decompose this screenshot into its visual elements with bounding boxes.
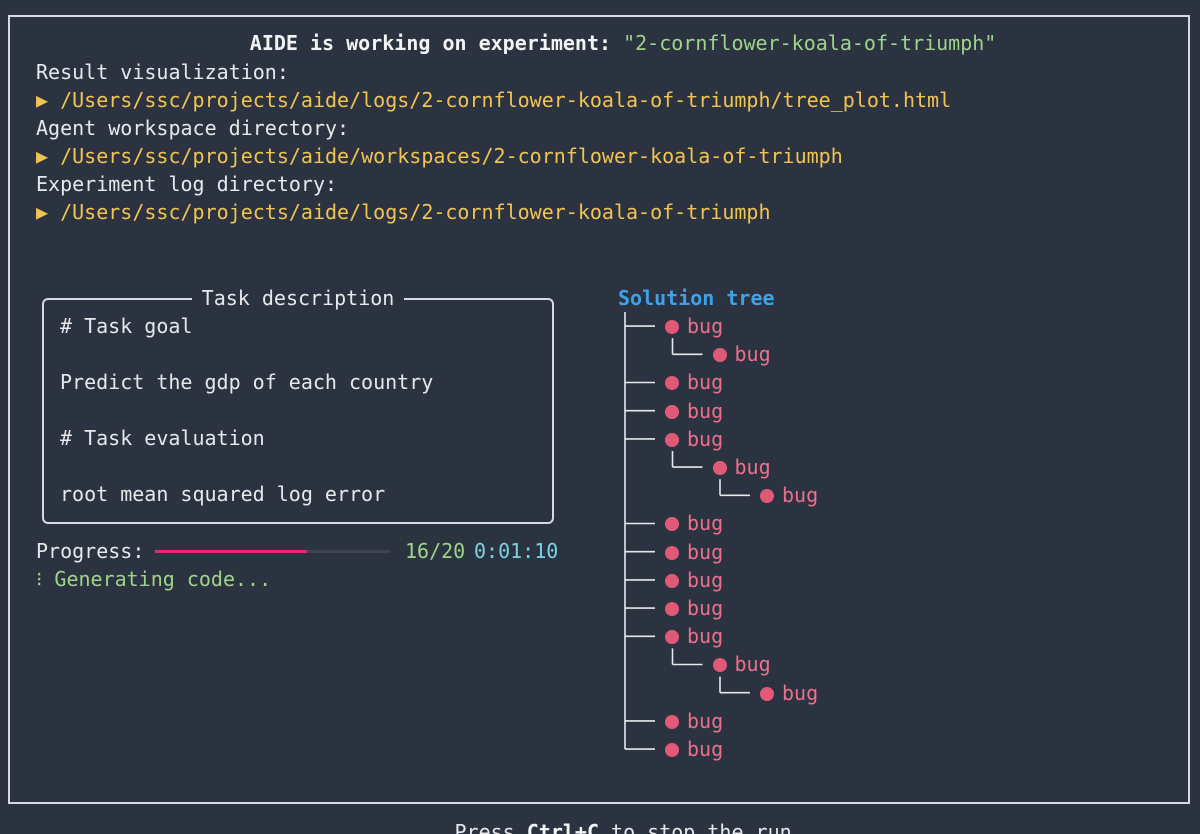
tree-node-label: bug [687,708,724,733]
tree-node-label: bug [687,426,724,451]
frame-title: AIDE is working on experiment: "2-cornfl… [10,1,1188,55]
tree-node-label: bug [734,342,771,367]
tree-node-bug: bug [665,509,723,537]
progress-label: Progress: [36,539,145,563]
tree-node-label: bug [687,511,724,536]
bug-status-icon [665,320,679,334]
tree-node-bug: bug [665,622,723,650]
tree-node-label: bug [734,455,771,479]
footer-after: to stop the run [599,820,792,834]
progress-count: 16/20 [405,539,466,563]
tree-node-bug: bug [712,650,771,678]
workspace-label: Agent workspace directory: [36,116,350,140]
progress-bar-fill [155,550,308,553]
task-goal-text: Predict the gdp of each country [60,370,434,394]
workspace-path-link[interactable]: ▶ /Users/ssc/projects/aide/workspaces/2-… [36,142,843,170]
bug-status-icon [665,714,679,729]
tree-node-bug: bug [665,312,723,340]
frame-footer: Press Ctrl+C to stop the run [10,790,1188,834]
solution-tree-title: Solution tree [618,286,775,310]
tree-node-label: bug [782,483,819,508]
bug-status-icon [665,404,679,419]
tree-node-bug: bug [760,481,818,509]
bug-status-icon [760,489,774,504]
tree-node-label: bug [687,737,724,761]
tree-node-label: bug [687,314,724,338]
visualization-label: Result visualization: [36,60,289,84]
task-goal-heading: # Task goal [60,314,193,338]
tree-node-bug: bug [665,594,723,622]
experiment-name: "2-cornflower-koala-of-triumph" [623,31,997,55]
tree-node-label: bug [687,539,724,564]
tree-node-bug: bug [665,538,723,566]
bug-status-icon [665,630,679,645]
tree-node-label: bug [687,567,724,592]
tree-node-bug: bug [760,679,818,707]
task-panel-title: Task description [44,284,552,312]
bug-status-icon [665,573,679,588]
tree-node-bug: bug [665,368,723,396]
tree-node-bug: bug [665,397,723,425]
tree-node-label: bug [734,652,771,677]
tree-node-bug: bug [665,566,723,594]
tree-node-label: bug [687,398,724,423]
bug-status-icon [712,658,727,673]
bug-status-icon [665,743,679,757]
footer-before: Press [454,820,527,834]
tree-node-bug: bug [665,735,723,763]
task-evaluation-heading: # Task evaluation [60,426,265,450]
stop-key: Ctrl+C [526,820,599,834]
title-prefix: AIDE is working on experiment: [249,31,612,55]
visualization-path-link[interactable]: ▶ /Users/ssc/projects/aide/logs/2-cornfl… [36,86,951,114]
bug-status-icon [712,348,727,363]
tree-node-bug: bug [712,453,771,481]
tree-node-label: bug [687,624,724,649]
bug-status-icon [712,461,727,475]
tree-node-label: bug [782,680,819,705]
bug-status-icon [665,517,679,532]
progress-bar [155,550,390,553]
tree-node-label: bug [687,596,724,620]
tree-node-bug: bug [712,340,771,368]
task-evaluation-text: root mean squared log error [60,482,386,506]
tree-node-bug: bug [665,425,723,453]
task-panel-title-text: Task description [191,286,405,310]
task-description-panel: Task description # Task goal Predict the… [42,286,554,524]
bug-status-icon [665,432,679,447]
log-path-link[interactable]: ▶ /Users/ssc/projects/aide/logs/2-cornfl… [36,198,771,226]
bug-status-icon [665,376,679,391]
log-label: Experiment log directory: [36,172,338,196]
bug-status-icon [665,545,679,560]
status-message: ⁝ Generating code... [36,567,272,591]
bug-status-icon [760,686,774,701]
tree-node-bug: bug [665,707,723,735]
tree-node-label: bug [687,370,724,395]
elapsed-time: 0:01:10 [474,539,559,563]
bug-status-icon [665,602,679,616]
